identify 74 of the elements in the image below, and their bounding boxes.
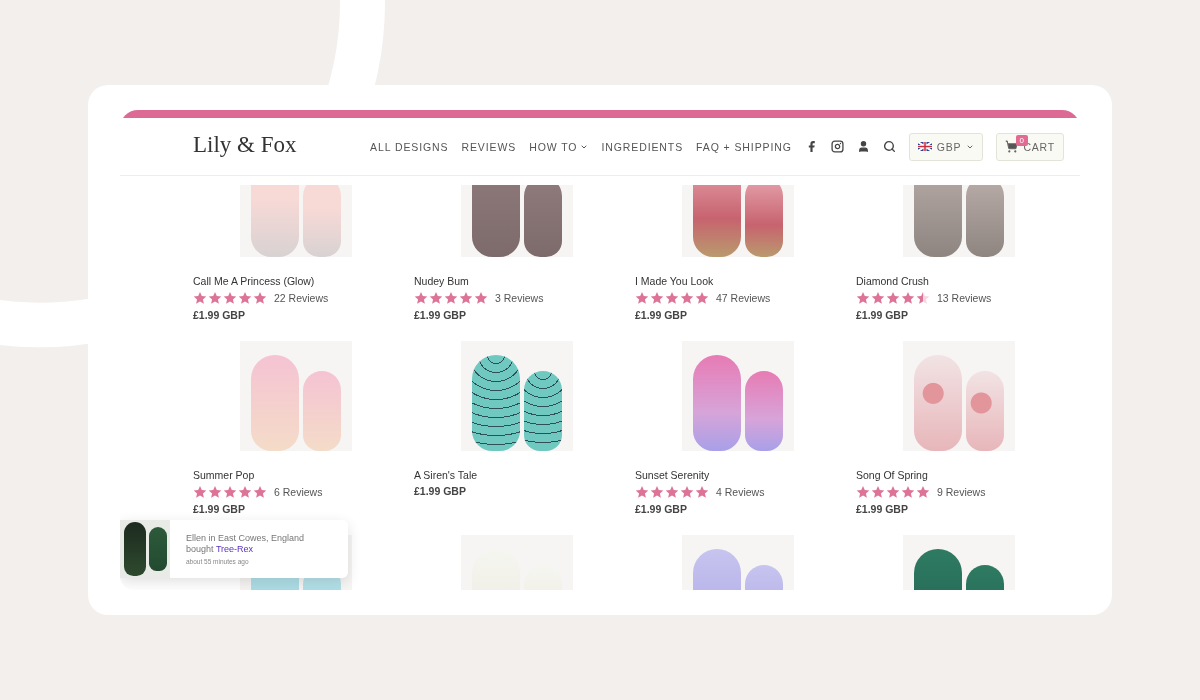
review-count[interactable]: 9 Reviews: [937, 486, 986, 498]
star-icon: [695, 485, 709, 499]
star-icon: [429, 291, 443, 305]
star-icon: [635, 291, 649, 305]
cart-count: 0: [1016, 134, 1028, 146]
nav-link[interactable]: FAQ + SHIPPING: [696, 140, 792, 153]
nav-link[interactable]: ALL DESIGNS: [370, 140, 449, 153]
star-icon: [459, 291, 473, 305]
star-icon: [886, 485, 900, 499]
product-price: £1.99 GBP: [635, 309, 688, 321]
star-icon: [253, 291, 267, 305]
notification-message: Ellen in East Cowes, England bought Tree-Rex: [186, 533, 306, 555]
product-name[interactable]: Song Of Spring: [856, 469, 1062, 481]
product-link[interactable]: Tree-Rex: [215, 544, 254, 554]
product-name[interactable]: Sunset Serenity: [635, 469, 841, 481]
star-icon: [901, 291, 915, 305]
product-name[interactable]: Call Me A Princess (Glow): [193, 275, 399, 287]
star-icon: [916, 291, 930, 305]
review-count[interactable]: 6 Reviews: [274, 486, 323, 498]
star-icon: [871, 485, 885, 499]
review-count[interactable]: 4 Reviews: [716, 486, 765, 498]
product-price: £1.99 GBP: [856, 503, 909, 515]
star-icon: [695, 291, 709, 305]
review-count[interactable]: 13 Reviews: [937, 292, 992, 304]
star-icon: [665, 485, 679, 499]
product-price: £1.99 GBP: [856, 309, 909, 321]
star-icon: [665, 291, 679, 305]
product-price: £1.99 GBP: [414, 485, 467, 497]
nav-link[interactable]: INGREDIENTS: [601, 140, 684, 153]
star-icon: [635, 485, 649, 499]
user-icon[interactable]: [856, 140, 870, 153]
product-name[interactable]: A Siren's Tale: [414, 469, 620, 481]
star-icon: [856, 485, 870, 499]
nail-wraps-drawing: [120, 520, 170, 578]
star-icon: [193, 291, 207, 305]
product-name[interactable]: Diamond Crush: [856, 275, 1062, 287]
product-price: £1.99 GBP: [193, 309, 246, 321]
product-name[interactable]: Nudey Bum: [414, 275, 620, 287]
star-icon: [856, 291, 870, 305]
product-price: £1.99 GBP: [193, 503, 246, 515]
product-price: £1.99 GBP: [414, 309, 467, 321]
star-icon: [650, 291, 664, 305]
review-count[interactable]: 3 Reviews: [495, 292, 544, 304]
star-icon: [680, 291, 694, 305]
star-icon: [238, 485, 252, 499]
nav-link[interactable]: REVIEWS: [461, 140, 517, 153]
star-icon: [444, 291, 458, 305]
star-icon: [680, 485, 694, 499]
star-icon: [916, 485, 930, 499]
product-name[interactable]: Summer Pop: [193, 469, 399, 481]
flag-icon: [917, 142, 932, 151]
star-icon: [238, 291, 252, 305]
star-icon: [223, 291, 237, 305]
product-price: £1.99 GBP: [635, 503, 688, 515]
star-icon: [886, 291, 900, 305]
star-icon: [901, 485, 915, 499]
star-icon: [474, 291, 488, 305]
star-icon: [414, 291, 428, 305]
instagram-icon[interactable]: [830, 140, 844, 153]
star-icon: [193, 485, 207, 499]
star-icon: [208, 485, 222, 499]
star-icon: [208, 291, 222, 305]
logo[interactable]: Lily & Fox: [193, 131, 297, 158]
review-count[interactable]: 47 Reviews: [716, 292, 771, 304]
product-name[interactable]: I Made You Look: [635, 275, 841, 287]
search-icon[interactable]: [882, 140, 896, 153]
star-icon: [253, 485, 267, 499]
currency-select[interactable]: GBP: [908, 132, 984, 161]
star-icon: [650, 485, 664, 499]
star-icon: [871, 291, 885, 305]
star-icon: [223, 485, 237, 499]
review-count[interactable]: 22 Reviews: [274, 292, 329, 304]
nav-link[interactable]: HOW TO: [529, 140, 589, 153]
cart-icon: [1005, 140, 1019, 153]
